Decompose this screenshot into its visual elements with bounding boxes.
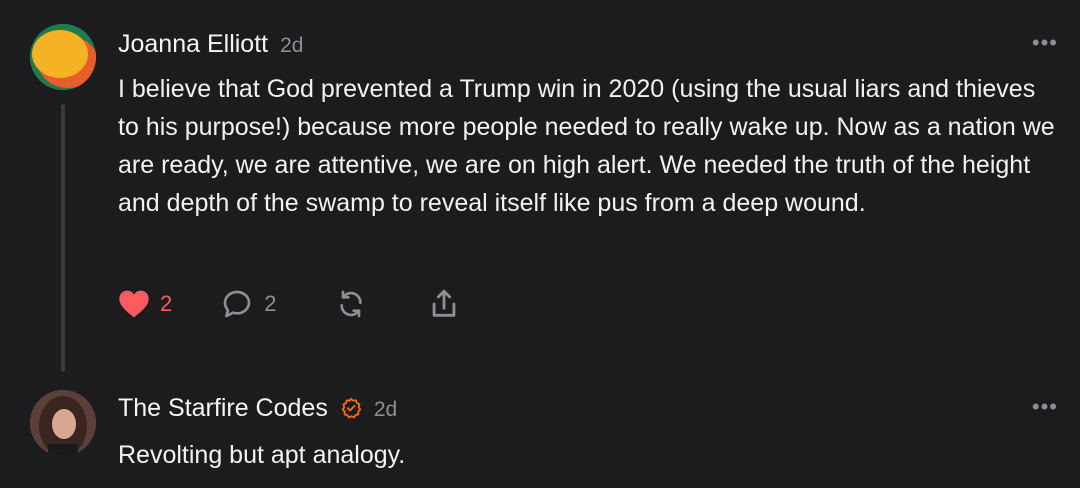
share-icon	[432, 289, 455, 317]
share-button[interactable]	[427, 287, 461, 321]
comment-body: I believe that God prevented a Trump win…	[118, 75, 1055, 217]
like-button[interactable]: 2	[118, 289, 172, 319]
heart-icon	[119, 290, 149, 318]
timestamp[interactable]: 2d	[280, 34, 303, 58]
comment: Joanna Elliott 2d ••• I believe that God…	[0, 0, 1080, 380]
author-name[interactable]: Joanna Elliott	[118, 30, 268, 59]
restack-button[interactable]	[335, 288, 367, 320]
comment-header: The Starfire Codes 2d	[118, 394, 397, 423]
verified-badge-icon	[341, 397, 361, 419]
action-bar: 2 2	[118, 284, 509, 324]
comment-body: Revolting but apt analogy.	[118, 441, 406, 469]
avatar[interactable]	[30, 390, 96, 456]
comment: The Starfire Codes 2d ••• Revolting but …	[0, 380, 1080, 488]
avatar-image	[30, 390, 96, 456]
author-name[interactable]: The Starfire Codes	[118, 394, 328, 423]
avatar-image	[30, 24, 96, 90]
restack-icon	[339, 290, 362, 318]
comment-header: Joanna Elliott 2d	[118, 30, 303, 59]
reply-count: 2	[264, 291, 277, 316]
comment-icon	[223, 290, 251, 318]
timestamp[interactable]: 2d	[374, 398, 397, 422]
reply-button[interactable]: 2	[220, 288, 277, 320]
thread-line	[61, 104, 65, 372]
more-options-button[interactable]: •••	[1032, 394, 1058, 420]
like-count: 2	[160, 291, 173, 316]
more-options-button[interactable]: •••	[1032, 30, 1058, 56]
avatar[interactable]	[30, 24, 96, 90]
